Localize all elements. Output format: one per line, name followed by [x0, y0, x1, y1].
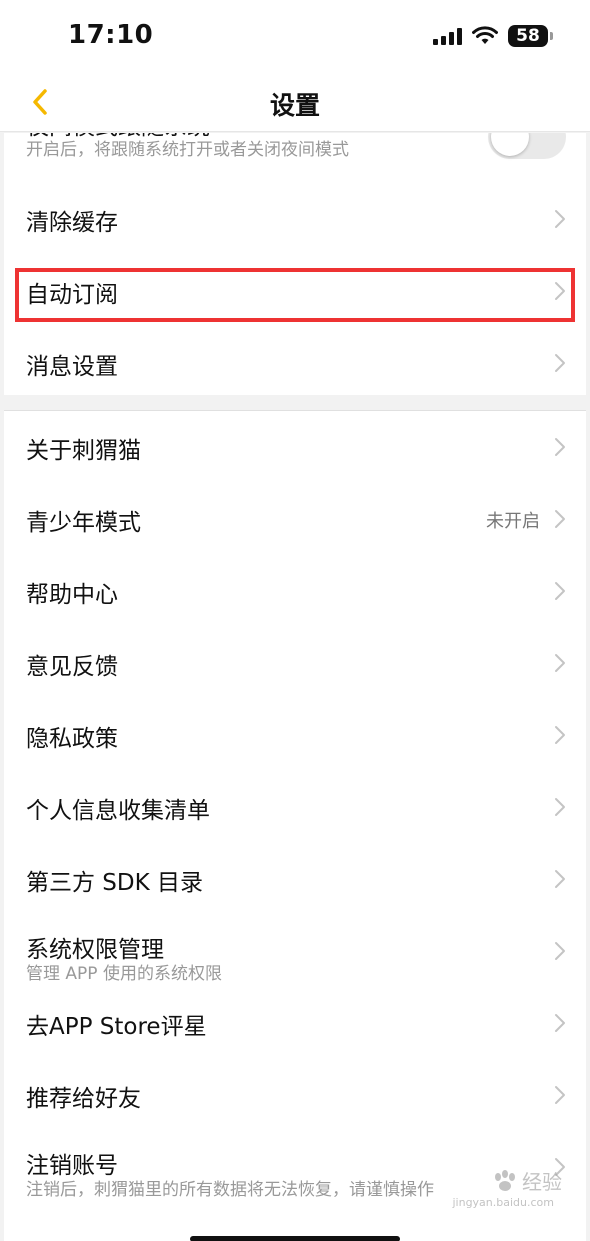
chevron-right-icon [555, 798, 565, 816]
feedback-row[interactable]: 意见反馈 [4, 627, 586, 699]
about-label: 关于刺猬猫 [26, 438, 141, 464]
battery-icon: 58 [508, 25, 553, 47]
personal-info-label: 个人信息收集清单 [26, 798, 210, 824]
chevron-right-icon [555, 438, 565, 456]
night-mode-toggle[interactable] [488, 133, 566, 159]
chevron-right-icon [555, 210, 565, 228]
status-bar: 17:10 58 [0, 0, 590, 72]
chevron-right-icon [555, 726, 565, 744]
wifi-icon [472, 26, 498, 44]
night-mode-description: 开启后，将跟随系统打开或者关闭夜间模式 [26, 140, 349, 160]
recommend-label: 推荐给好友 [26, 1086, 141, 1112]
settings-section-about: 关于刺猬猫 青少年模式 未开启 帮助中心 意见反馈 隐私政策 个人信息收集清单 … [4, 410, 586, 1241]
chevron-right-icon [555, 1014, 565, 1032]
youth-mode-row[interactable]: 青少年模式 未开启 [4, 483, 586, 555]
cellular-signal-icon [433, 28, 462, 45]
clear-cache-label: 清除缓存 [26, 210, 118, 236]
permissions-row[interactable]: 系统权限管理 管理 APP 使用的系统权限 [4, 915, 586, 987]
rate-app-row[interactable]: 去APP Store评星 [4, 987, 586, 1059]
chevron-right-icon [555, 870, 565, 888]
status-time: 17:10 [68, 20, 154, 50]
chevron-right-icon [555, 1086, 565, 1104]
chevron-right-icon [555, 582, 565, 600]
help-center-label: 帮助中心 [26, 582, 118, 608]
settings-section-general: 夜间模式跟随系统 开启后，将跟随系统打开或者关闭夜间模式 清除缓存 自动订阅 消… [4, 133, 586, 395]
sdk-list-label: 第三方 SDK 目录 [26, 870, 204, 896]
sdk-list-row[interactable]: 第三方 SDK 目录 [4, 843, 586, 915]
recommend-row[interactable]: 推荐给好友 [4, 1059, 586, 1131]
paw-icon [495, 1169, 515, 1191]
privacy-policy-label: 隐私政策 [26, 726, 118, 752]
toggle-knob [491, 133, 529, 156]
clear-cache-row[interactable]: 清除缓存 [4, 183, 586, 255]
watermark-url: jingyan.baidu.com [452, 1196, 554, 1209]
page-title: 设置 [269, 91, 320, 120]
about-row[interactable]: 关于刺猬猫 [4, 411, 586, 483]
chevron-right-icon [555, 354, 565, 372]
privacy-policy-row[interactable]: 隐私政策 [4, 699, 586, 771]
youth-mode-status: 未开启 [486, 511, 540, 532]
permissions-description: 管理 APP 使用的系统权限 [26, 964, 222, 984]
watermark-text: 经验 [522, 1170, 562, 1194]
chevron-right-icon [555, 942, 565, 960]
watermark: 经验 [492, 1166, 562, 1195]
status-icons: 58 [432, 22, 553, 50]
night-mode-row: 夜间模式跟随系统 开启后，将跟随系统打开或者关闭夜间模式 [4, 133, 586, 173]
delete-account-description: 注销后，刺猬猫里的所有数据将无法恢复，请谨慎操作 [26, 1180, 434, 1200]
feedback-label: 意见反馈 [26, 654, 118, 680]
personal-info-row[interactable]: 个人信息收集清单 [4, 771, 586, 843]
chevron-right-icon [555, 654, 565, 672]
home-indicator [190, 1236, 400, 1241]
message-settings-label: 消息设置 [26, 354, 118, 380]
youth-mode-label: 青少年模式 [26, 510, 141, 536]
nav-bar: 设置 [0, 72, 590, 132]
chevron-right-icon [555, 510, 565, 528]
highlight-annotation [15, 268, 575, 322]
message-settings-row[interactable]: 消息设置 [4, 327, 586, 399]
rate-app-label: 去APP Store评星 [26, 1014, 207, 1040]
help-center-row[interactable]: 帮助中心 [4, 555, 586, 627]
